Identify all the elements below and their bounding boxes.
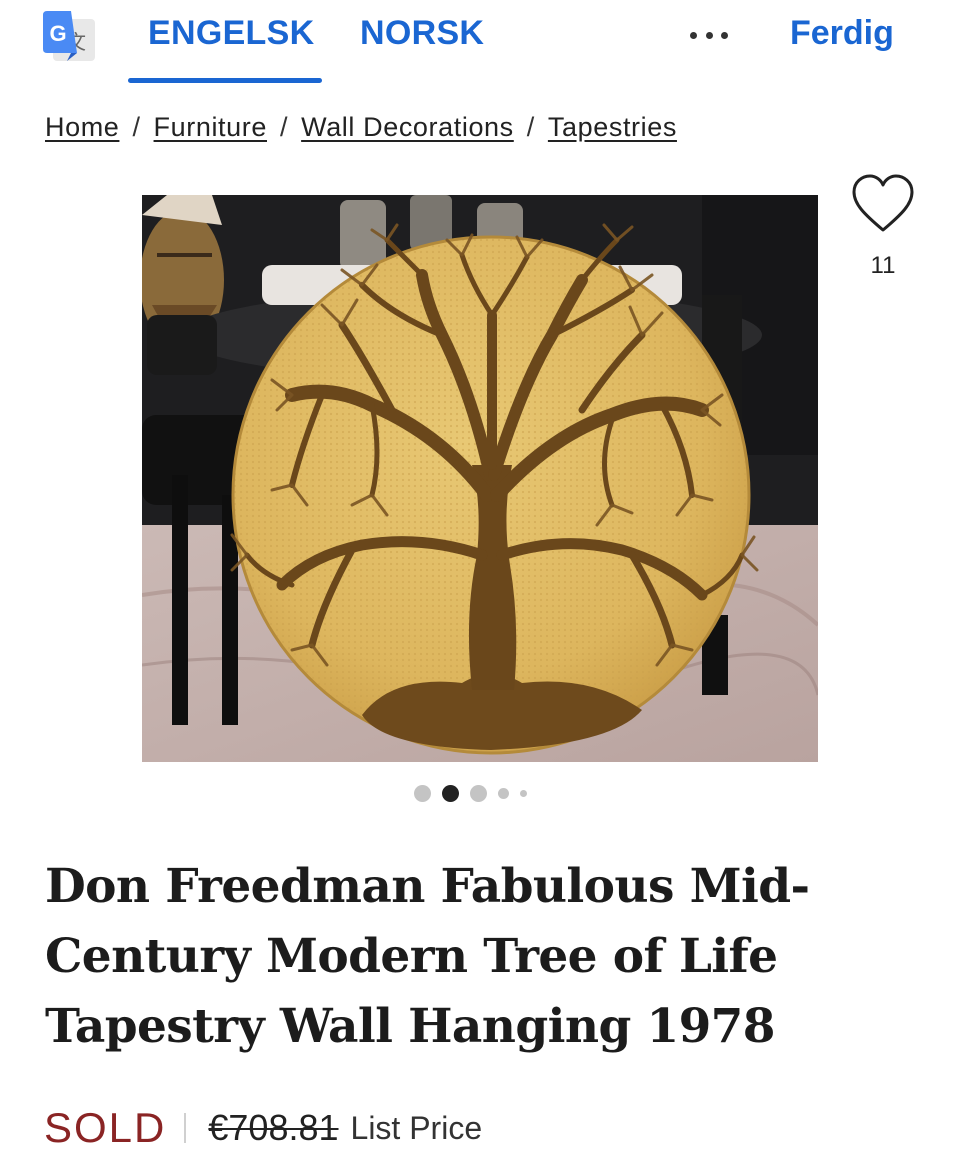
list-price-label: List Price [350,1109,483,1146]
breadcrumb-item-furniture[interactable]: Furniture [154,112,267,142]
carousel-dots [414,783,538,803]
breadcrumb-separator: / [526,112,535,142]
breadcrumb: Home / Furniture / Wall Decorations / Tapestri… [45,112,677,143]
favorite-count: 11 [870,252,896,279]
dot [705,31,713,39]
carousel-dot[interactable] [520,789,527,797]
divider [184,1113,187,1143]
list-price: €708.81 [208,1107,339,1148]
breadcrumb-separator: / [132,112,141,142]
dot [690,31,697,39]
tab-target-language[interactable]: NORSK [360,14,484,53]
google-translate-icon[interactable]: 文 G [41,11,97,63]
more-horizontal-icon[interactable] [686,20,732,50]
heart-outline-icon[interactable] [850,172,916,236]
sold-status: SOLD [44,1104,167,1151]
svg-text:G: G [49,21,66,46]
dot [721,31,728,39]
tab-source-language[interactable]: ENGELSK [148,14,314,53]
carousel-dot[interactable] [470,784,487,802]
product-image[interactable] [142,195,818,762]
active-tab-indicator [128,78,322,83]
product-title: Don Freedman Fabulous Mid-Century Modern… [45,859,810,1054]
done-button[interactable]: Ferdig [790,14,894,53]
breadcrumb-item-home[interactable]: Home [45,112,119,142]
breadcrumb-separator: / [280,112,289,142]
carousel-dot-active[interactable] [442,784,459,802]
carousel-dot[interactable] [414,784,431,802]
breadcrumb-item-tapestries[interactable]: Tapestries [548,112,677,142]
price-row: SOLD €708.81 List Price [44,1103,482,1153]
breadcrumb-item-wall-decorations[interactable]: Wall Decorations [301,112,514,142]
translate-bar: 文 G ENGELSK NORSK Ferdig [0,0,960,86]
carousel-dot[interactable] [498,787,509,799]
